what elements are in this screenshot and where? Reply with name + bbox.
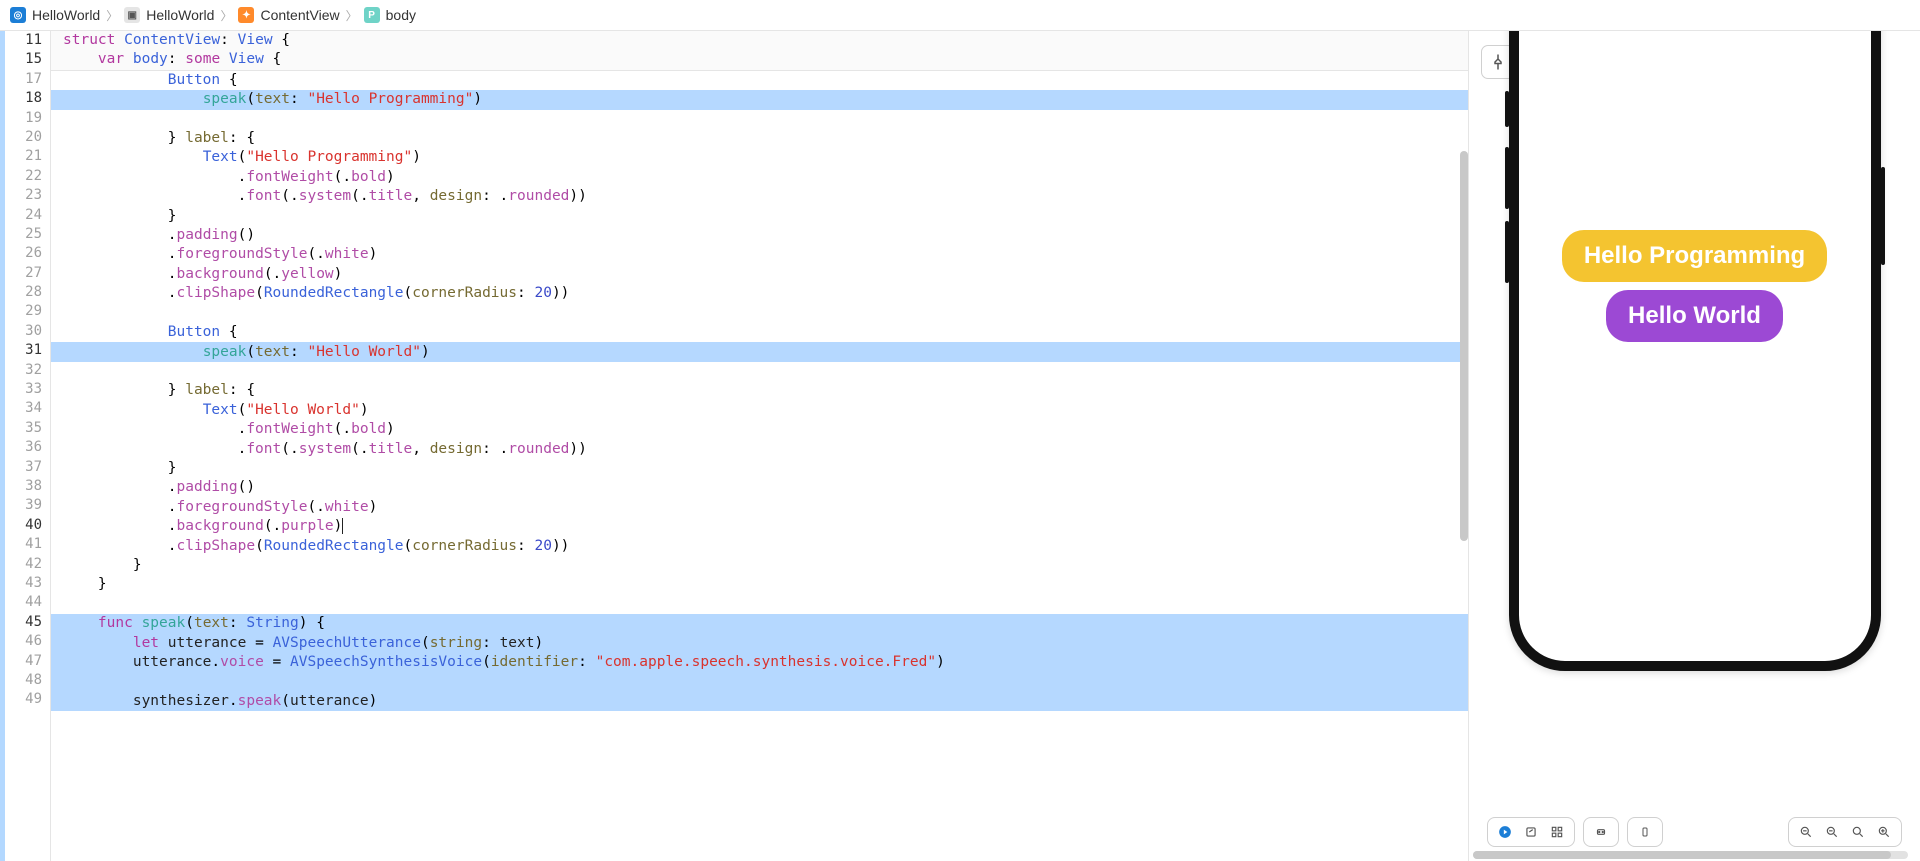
line-number: 17 — [5, 70, 42, 89]
line-number: 26 — [5, 244, 42, 263]
line-number: 23 — [5, 186, 42, 205]
folder-icon: ▣ — [124, 7, 140, 23]
vertical-scrollbar[interactable] — [1460, 151, 1468, 541]
line-number: 49 — [5, 690, 42, 709]
play-button[interactable] — [1492, 820, 1518, 844]
zoom-in-button[interactable] — [1871, 820, 1897, 844]
swift-file-icon: ✦ — [238, 7, 254, 23]
line-number: 45 — [5, 613, 42, 632]
line-number-gutter: 11 15 17 18 19 20 21 22 23 24 25 26 27 2… — [5, 31, 51, 861]
line-number: 21 — [5, 147, 42, 166]
line-number: 30 — [5, 322, 42, 341]
selectable-button[interactable] — [1518, 820, 1544, 844]
line-number: 24 — [5, 206, 42, 225]
breadcrumb-item[interactable]: body — [386, 7, 416, 23]
property-icon: P — [364, 7, 380, 23]
line-number: 39 — [5, 496, 42, 515]
line-number: 35 — [5, 419, 42, 438]
zoom-out-button[interactable] — [1819, 820, 1845, 844]
device-settings-button[interactable] — [1588, 820, 1614, 844]
preview-button-purple[interactable]: Hello World — [1606, 290, 1783, 342]
line-number: 11 — [5, 31, 42, 50]
line-number: 29 — [5, 302, 42, 321]
line-number: 38 — [5, 477, 42, 496]
line-number: 32 — [5, 361, 42, 380]
preview-content[interactable]: Hello Programming Hello World — [1519, 31, 1871, 661]
line-number: 19 — [5, 109, 42, 128]
preview-toolbar — [1487, 817, 1902, 847]
zoom-actual-button[interactable] — [1845, 820, 1871, 844]
app-icon: ◎ — [10, 7, 26, 23]
breadcrumb-item[interactable]: ContentView — [260, 7, 339, 23]
line-number: 46 — [5, 632, 42, 651]
line-number: 37 — [5, 458, 42, 477]
line-number: 44 — [5, 593, 42, 612]
line-number: 33 — [5, 380, 42, 399]
preview-canvas: Preview (Line 53) Hello Programming Hell… — [1468, 31, 1920, 861]
line-number: 42 — [5, 555, 42, 574]
line-number: 48 — [5, 671, 42, 690]
line-number: 27 — [5, 264, 42, 283]
line-number: 47 — [5, 652, 42, 671]
breadcrumb: ◎ HelloWorld 〉 ▣ HelloWorld 〉 ✦ ContentV… — [0, 0, 1920, 31]
breadcrumb-item[interactable]: HelloWorld — [146, 7, 214, 23]
chevron-right-icon: 〉 — [106, 7, 118, 24]
line-number: 36 — [5, 438, 42, 457]
source-editor[interactable]: struct ContentView: View { var body: som… — [51, 31, 1468, 861]
line-number: 20 — [5, 128, 42, 147]
line-number: 43 — [5, 574, 42, 593]
line-number: 41 — [5, 535, 42, 554]
device-frame: Hello Programming Hello World — [1509, 31, 1881, 671]
variants-button[interactable] — [1544, 820, 1570, 844]
chevron-right-icon: 〉 — [220, 7, 232, 24]
breadcrumb-item[interactable]: HelloWorld — [32, 7, 100, 23]
line-number: 22 — [5, 167, 42, 186]
line-number: 15 — [5, 50, 42, 69]
preview-button-yellow[interactable]: Hello Programming — [1562, 230, 1827, 282]
orientation-button[interactable] — [1632, 820, 1658, 844]
line-number: 40 — [5, 516, 42, 535]
horizontal-scrollbar[interactable] — [1473, 851, 1908, 859]
line-number: 34 — [5, 399, 42, 418]
line-number: 25 — [5, 225, 42, 244]
line-number: 28 — [5, 283, 42, 302]
line-number: 31 — [5, 341, 42, 360]
zoom-out-full-button[interactable] — [1793, 820, 1819, 844]
sticky-header: struct ContentView: View { var body: som… — [51, 31, 1468, 71]
chevron-right-icon: 〉 — [346, 7, 358, 24]
line-number: 18 — [5, 89, 42, 108]
